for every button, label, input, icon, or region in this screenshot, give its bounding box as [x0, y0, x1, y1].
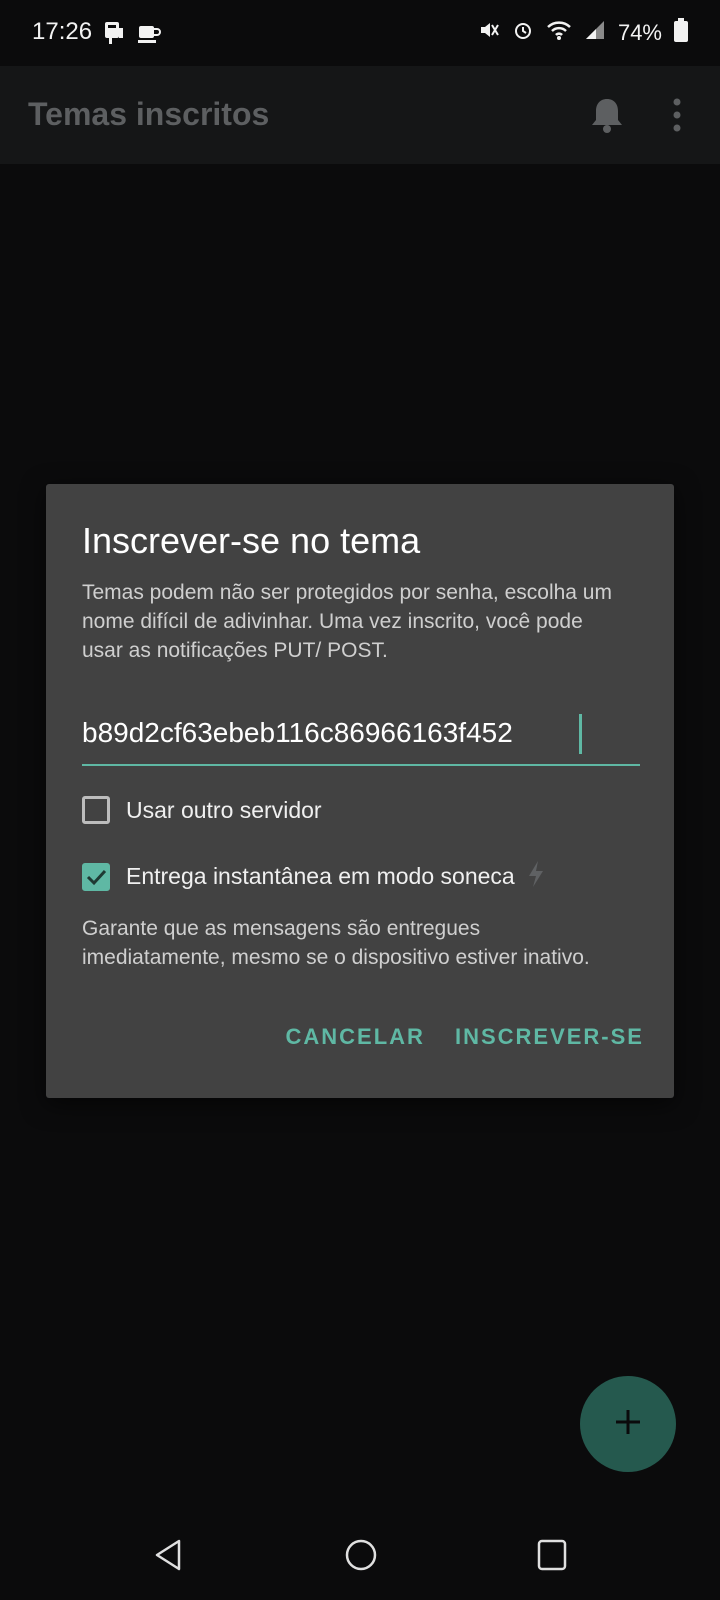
alarm-icon: [512, 19, 534, 47]
wifi-icon: [546, 19, 572, 47]
page-title: Temas inscritos: [28, 96, 270, 132]
topic-input[interactable]: [82, 708, 640, 758]
instant-delivery-checkbox[interactable]: [82, 862, 110, 891]
dialog-title: Inscrever-se no tema: [82, 520, 421, 561]
subscribe-button[interactable]: INSCREVER-SE: [455, 1024, 644, 1050]
coffee-icon: [136, 20, 162, 51]
instant-delivery-label: Entrega instantânea em modo soneca: [126, 863, 515, 889]
mute-icon: [478, 19, 500, 47]
use-other-server-row[interactable]: Usar outro servidor: [82, 796, 322, 824]
dialog-description: Temas podem não ser protegidos por senha…: [82, 581, 612, 662]
status-bar: 17:26 74%: [0, 0, 720, 66]
use-other-server-label: Usar outro servidor: [126, 796, 322, 823]
text-caret: [579, 714, 582, 754]
system-nav-bar: [0, 1514, 720, 1600]
signal-icon: [584, 19, 606, 47]
more-vert-icon[interactable]: [672, 98, 682, 137]
instant-delivery-row[interactable]: Entrega instantânea em modo soneca: [82, 860, 545, 893]
use-other-server-checkbox[interactable]: [82, 796, 110, 824]
app-bar: Temas inscritos: [0, 66, 720, 164]
home-icon[interactable]: [344, 1538, 378, 1577]
cancel-button[interactable]: CANCELAR: [286, 1024, 425, 1050]
instant-delivery-helper: Garante que as mensagens são entregues i…: [82, 917, 590, 969]
device-icon: [102, 20, 126, 51]
topic-field[interactable]: [82, 708, 640, 766]
recents-icon[interactable]: [536, 1538, 568, 1577]
bolt-icon: [527, 860, 545, 893]
bell-icon[interactable]: [590, 96, 624, 139]
plus-icon: [613, 1407, 643, 1442]
battery-percent: 74%: [617, 20, 662, 45]
battery-icon: [674, 18, 688, 48]
subscribe-dialog: Inscrever-se no tema Temas podem não ser…: [46, 484, 674, 1098]
back-icon[interactable]: [152, 1538, 184, 1577]
add-topic-fab[interactable]: [580, 1376, 676, 1472]
status-time: 17:26: [32, 18, 93, 45]
